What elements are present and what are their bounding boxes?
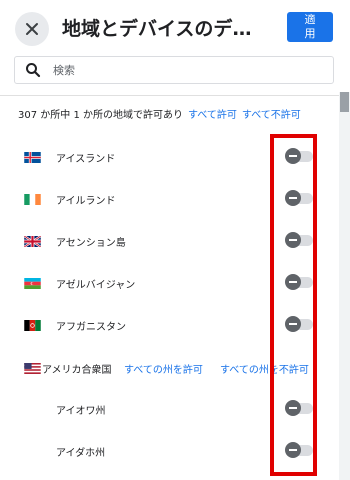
region-name: アメリカ合衆国	[42, 365, 112, 376]
allow-all-states-link[interactable]: すべての州を許可	[124, 361, 203, 376]
iceland-flag-icon	[24, 152, 41, 163]
divider	[0, 95, 350, 96]
page-title: 地域とデバイスのデータ...	[62, 18, 262, 40]
search-input[interactable]	[53, 60, 323, 80]
search-box[interactable]	[14, 56, 334, 84]
afghanistan-flag-icon	[24, 320, 41, 331]
apply-button[interactable]: 適用	[287, 12, 333, 42]
close-button[interactable]	[15, 12, 49, 46]
azerbaijan-flag-icon	[24, 278, 41, 289]
region-name: アイスランド	[56, 154, 116, 165]
uk-flag-icon	[24, 236, 41, 247]
data-settings-panel: 地域とデバイスのデータ... 適用 307 か所中 1 か所の地域で許可ありすべ…	[0, 0, 350, 480]
ireland-flag-icon	[24, 194, 41, 205]
scrollbar-thumb[interactable]	[340, 92, 349, 112]
usa-flag-icon	[24, 363, 41, 374]
allow-summary: 307 か所中 1 か所の地域で許可あり すべて許可 すべて不許可	[18, 106, 301, 121]
header: 地域とデバイスのデータ... 適用	[0, 0, 350, 52]
allow-all-link[interactable]: すべて許可	[188, 110, 237, 121]
scrollbar[interactable]	[339, 92, 350, 480]
region-name: アフガニスタン	[56, 322, 126, 333]
allow-count-text: 307 か所中 1 か所の地域で許可あり	[18, 110, 183, 121]
state-name: アイオワ州	[56, 406, 106, 417]
search-icon	[26, 63, 41, 78]
state-name: アイダホ州	[56, 448, 106, 459]
close-icon	[26, 23, 38, 35]
region-name: アイルランド	[56, 196, 116, 207]
toggle-highlight-box	[270, 134, 317, 476]
region-name: アセンション島	[56, 238, 126, 249]
region-name: アゼルバイジャン	[56, 280, 136, 291]
disallow-all-link[interactable]: すべて不許可	[242, 110, 301, 121]
